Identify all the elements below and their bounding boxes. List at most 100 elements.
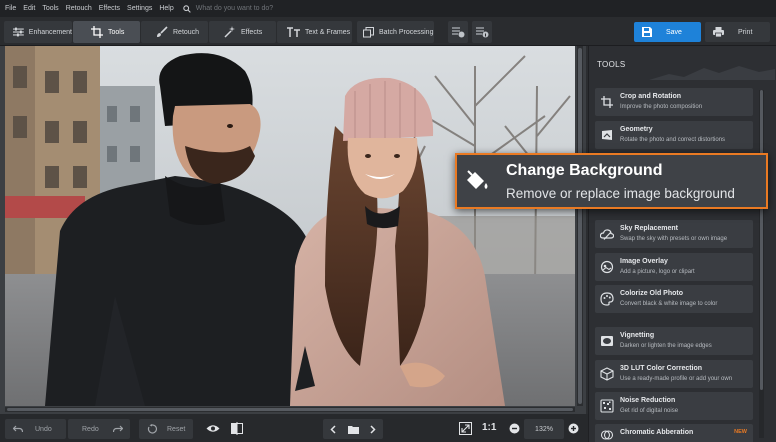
tool-title: Vignetting (620, 332, 655, 339)
image-canvas[interactable] (0, 46, 586, 414)
undo-button[interactable]: Undo (5, 419, 66, 439)
callout-desc: Remove or replace image background (506, 186, 735, 201)
undo-label: Undo (35, 425, 52, 433)
photo-couple (5, 46, 575, 406)
fit-to-screen-icon[interactable] (459, 422, 472, 435)
tab-text-frames[interactable]: Text & Frames (277, 21, 352, 43)
reset-icon (147, 424, 157, 434)
file-navigation (323, 419, 383, 439)
actual-size-button[interactable]: 1:1 (482, 422, 496, 433)
cube-icon (600, 367, 614, 381)
search-icon (183, 4, 191, 13)
tool-desc: Improve the photo composition (620, 104, 703, 110)
menu-tools[interactable]: Tools (42, 5, 58, 12)
vignette-icon (601, 336, 613, 346)
tab-label: Retouch (173, 28, 200, 36)
crop-icon (91, 26, 103, 38)
tab-effects[interactable]: Effects (209, 21, 276, 43)
tab-batch-processing[interactable]: Batch Processing (357, 21, 434, 43)
menu-search[interactable]: What do you want to do? (183, 4, 274, 13)
zoom-out-icon[interactable] (509, 423, 520, 434)
save-button[interactable]: Save (634, 22, 701, 42)
tool-3d-lut[interactable]: 3D LUT Color Correction Use a ready-made… (595, 360, 753, 388)
print-button[interactable]: Print (705, 22, 770, 42)
brush-icon (157, 26, 168, 37)
tab-label: Tools (108, 28, 125, 36)
geometry-icon (602, 130, 612, 140)
eye-icon[interactable] (206, 424, 220, 433)
sliders-icon (13, 27, 24, 37)
redo-button[interactable]: Redo (68, 419, 130, 439)
callout-title: Change Background (506, 162, 663, 179)
tool-desc: Rotate the photo and correct distortions (620, 137, 726, 143)
tab-retouch[interactable]: Retouch (141, 21, 208, 43)
paint-bucket-icon (467, 170, 488, 189)
tool-desc: Swap the sky with presets or own image (620, 236, 728, 242)
printer-icon (713, 27, 724, 37)
zoom-level-field[interactable]: 132% (524, 419, 564, 439)
info-button[interactable] (472, 21, 492, 43)
tool-title: Noise Reduction (620, 397, 676, 404)
photo-image (5, 46, 575, 406)
canvas-vertical-scrollbar[interactable] (577, 46, 583, 406)
photo-editor-window: File Edit Tools Retouch Effects Settings… (0, 0, 776, 442)
cloud-icon (600, 229, 614, 240)
tab-enhancement[interactable]: Enhancement (4, 21, 72, 43)
search-placeholder: What do you want to do? (195, 5, 274, 12)
presets-button[interactable] (448, 21, 468, 43)
zoom-value: 132% (535, 425, 553, 433)
compare-icon[interactable] (231, 422, 243, 435)
floppy-disk-icon (642, 27, 652, 37)
tool-chromatic-aberration[interactable]: Chromatic Abberation NEW (595, 424, 753, 442)
bottom-bar: Undo Redo Reset 1:1 132% (0, 414, 588, 442)
tool-title: Geometry (620, 126, 653, 133)
tools-panel: TOOLS Crop and Rotation Improve the phot… (588, 46, 776, 442)
tab-label: Effects (241, 28, 263, 36)
tool-crop-rotation[interactable]: Crop and Rotation Improve the photo comp… (595, 88, 753, 116)
tool-image-overlay[interactable]: Image Overlay Add a picture, logo or cli… (595, 253, 753, 281)
overlay-icon (600, 260, 614, 274)
batch-icon (363, 26, 374, 37)
text-icon (287, 27, 300, 37)
mountains-decoration (649, 66, 775, 80)
tab-tools[interactable]: Tools (73, 21, 140, 43)
panel-title: TOOLS (597, 60, 626, 69)
main-toolbar: Enhancement Tools Retouch Effects Text &… (0, 17, 776, 46)
tool-desc: Use a ready-made profile or add your own (620, 376, 733, 382)
tool-desc: Add a picture, logo or clipart (620, 269, 695, 275)
reset-button[interactable]: Reset (139, 419, 193, 439)
chevron-right-icon[interactable] (370, 424, 376, 434)
change-background-callout[interactable]: Change Background Remove or replace imag… (455, 153, 768, 209)
menu-edit[interactable]: Edit (23, 5, 35, 12)
reset-label: Reset (167, 425, 186, 433)
menu-retouch[interactable]: Retouch (66, 5, 92, 12)
tool-vignetting[interactable]: Vignetting Darken or lighten the image e… (595, 327, 753, 355)
menu-bar: File Edit Tools Retouch Effects Settings… (0, 0, 776, 17)
menu-file[interactable]: File (5, 5, 16, 12)
tab-label: Text & Frames (305, 28, 351, 36)
save-label: Save (666, 28, 682, 36)
new-badge: NEW (734, 429, 747, 435)
tool-desc: Darken or lighten the image edges (620, 343, 712, 349)
chevron-left-icon[interactable] (330, 424, 336, 434)
tool-colorize-old-photo[interactable]: Colorize Old Photo Convert black & white… (595, 285, 753, 313)
tool-geometry[interactable]: Geometry Rotate the photo and correct di… (595, 121, 753, 149)
zoom-in-icon[interactable] (568, 423, 579, 434)
tab-label: Batch Processing (379, 28, 434, 36)
tool-sky-replacement[interactable]: Sky Replacement Swap the sky with preset… (595, 220, 753, 248)
menu-settings[interactable]: Settings (127, 5, 152, 12)
canvas-horizontal-scrollbar[interactable] (5, 407, 575, 412)
crop-rotate-icon (601, 96, 613, 108)
print-label: Print (738, 28, 753, 36)
undo-icon (13, 425, 23, 433)
tool-desc: Get rid of digital noise (620, 408, 679, 414)
tool-noise-reduction[interactable]: Noise Reduction Get rid of digital noise (595, 392, 753, 420)
menu-effects[interactable]: Effects (99, 5, 120, 12)
panel-scrollbar[interactable] (759, 90, 764, 438)
tool-title: Image Overlay (620, 258, 668, 265)
folder-icon[interactable] (347, 425, 359, 434)
menu-help[interactable]: Help (159, 5, 173, 12)
tool-title: Colorize Old Photo (620, 290, 683, 297)
tool-title: 3D LUT Color Correction (620, 365, 703, 372)
noise-icon (600, 399, 614, 413)
